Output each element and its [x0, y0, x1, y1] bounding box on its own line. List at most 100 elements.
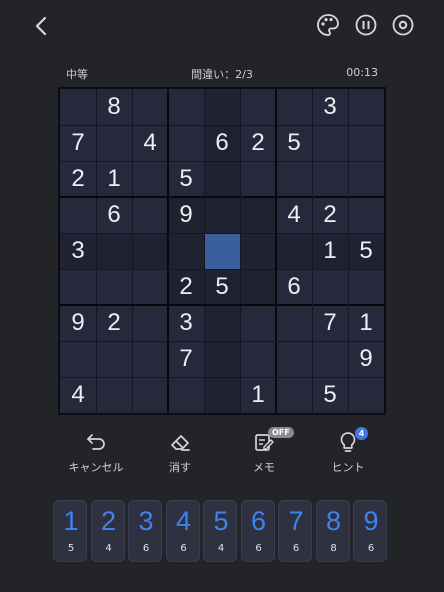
board-cell[interactable] [312, 161, 348, 197]
board-cell[interactable] [168, 233, 204, 269]
board-cell[interactable] [348, 161, 384, 197]
number-key[interactable]: 76 [278, 500, 312, 562]
board-cell[interactable]: 6 [204, 125, 240, 161]
board-cell[interactable]: 3 [168, 305, 204, 341]
board-cell[interactable] [96, 125, 132, 161]
board-cell[interactable]: 6 [276, 269, 312, 305]
board-cell[interactable] [96, 269, 132, 305]
number-key[interactable]: 15 [53, 500, 87, 562]
number-key[interactable]: 96 [353, 500, 387, 562]
board-cell[interactable] [96, 377, 132, 413]
back-button[interactable] [28, 12, 56, 40]
board-cell[interactable] [240, 269, 276, 305]
board-cell[interactable] [312, 269, 348, 305]
board-cell[interactable]: 8 [96, 89, 132, 125]
board-cell[interactable] [276, 89, 312, 125]
board-cell[interactable] [240, 233, 276, 269]
board-cell[interactable]: 6 [96, 197, 132, 233]
board-cell[interactable]: 5 [168, 161, 204, 197]
board-cell[interactable]: 9 [168, 197, 204, 233]
board-cell[interactable]: 9 [348, 341, 384, 377]
board-cell[interactable] [204, 341, 240, 377]
number-key[interactable]: 24 [90, 500, 125, 562]
board-cell[interactable] [348, 269, 384, 305]
board-cell[interactable] [348, 89, 384, 125]
board-cell[interactable]: 5 [204, 269, 240, 305]
board-cell[interactable] [132, 89, 168, 125]
board-cell[interactable] [276, 161, 312, 197]
board-cell[interactable]: 5 [312, 377, 348, 413]
board-cell[interactable]: 1 [240, 377, 276, 413]
board-cell[interactable] [240, 305, 276, 341]
board-cell[interactable]: 4 [60, 377, 96, 413]
board-cell[interactable]: 7 [312, 305, 348, 341]
board-cell[interactable] [204, 89, 240, 125]
board-cell[interactable]: 5 [276, 125, 312, 161]
sudoku-board: 837462521569423152569237179415 [58, 87, 386, 415]
board-cell[interactable]: 9 [60, 305, 96, 341]
board-cell[interactable] [240, 341, 276, 377]
board-cell[interactable] [348, 125, 384, 161]
board-cell[interactable] [96, 233, 132, 269]
board-cell[interactable] [132, 377, 168, 413]
board-cell[interactable] [276, 341, 312, 377]
board-cell[interactable] [240, 197, 276, 233]
board-cell[interactable] [240, 161, 276, 197]
board-cell[interactable]: 3 [312, 89, 348, 125]
board-cell[interactable]: 7 [60, 125, 96, 161]
settings-button[interactable] [390, 12, 416, 38]
board-cell[interactable]: 2 [168, 269, 204, 305]
number-key[interactable]: 66 [240, 500, 275, 562]
board-cell[interactable]: 2 [96, 305, 132, 341]
board-cell[interactable] [60, 269, 96, 305]
number-key[interactable]: 46 [165, 500, 200, 562]
number-key[interactable]: 54 [203, 500, 237, 562]
pause-button[interactable] [353, 12, 379, 38]
board-cell[interactable]: 7 [168, 341, 204, 377]
board-cell[interactable] [204, 161, 240, 197]
board-cell[interactable]: 4 [276, 197, 312, 233]
board-cell[interactable] [276, 233, 312, 269]
number-key[interactable]: 36 [128, 500, 162, 562]
board-cell[interactable] [204, 197, 240, 233]
board-cell[interactable]: 5 [348, 233, 384, 269]
board-cell[interactable] [204, 233, 240, 269]
board-cell[interactable] [168, 89, 204, 125]
board-cell[interactable] [240, 89, 276, 125]
number-key[interactable]: 88 [315, 500, 350, 562]
board-cell[interactable] [312, 341, 348, 377]
board-cell[interactable] [60, 341, 96, 377]
board-cell[interactable] [132, 305, 168, 341]
board-cell[interactable] [312, 125, 348, 161]
board-cell[interactable] [132, 233, 168, 269]
board-cell[interactable] [204, 377, 240, 413]
board-cell[interactable] [60, 197, 96, 233]
board-cell[interactable]: 2 [312, 197, 348, 233]
board-cell[interactable] [204, 305, 240, 341]
board-cell[interactable] [132, 161, 168, 197]
board-cell[interactable] [96, 341, 132, 377]
board-cell[interactable]: 1 [96, 161, 132, 197]
board-cell[interactable] [348, 197, 384, 233]
theme-button[interactable] [315, 12, 341, 38]
board-cell[interactable] [132, 341, 168, 377]
hint-button[interactable]: 4 ヒント [308, 427, 388, 478]
erase-button[interactable]: 消す [140, 428, 220, 478]
board-cell[interactable] [276, 305, 312, 341]
board-cell[interactable] [168, 125, 204, 161]
board-cell[interactable] [132, 197, 168, 233]
board-cell[interactable]: 1 [312, 233, 348, 269]
board-cell[interactable]: 1 [348, 305, 384, 341]
undo-button[interactable]: キャンセル [56, 428, 136, 478]
board-cell[interactable] [132, 269, 168, 305]
undo-icon [87, 434, 105, 450]
board-cell[interactable] [60, 89, 96, 125]
board-cell[interactable]: 3 [60, 233, 96, 269]
board-cell[interactable] [348, 377, 384, 413]
board-cell[interactable]: 4 [132, 125, 168, 161]
board-cell[interactable] [168, 377, 204, 413]
memo-button[interactable]: OFF メモ [224, 427, 304, 478]
board-cell[interactable]: 2 [60, 161, 96, 197]
board-cell[interactable]: 2 [240, 125, 276, 161]
board-cell[interactable] [276, 377, 312, 413]
